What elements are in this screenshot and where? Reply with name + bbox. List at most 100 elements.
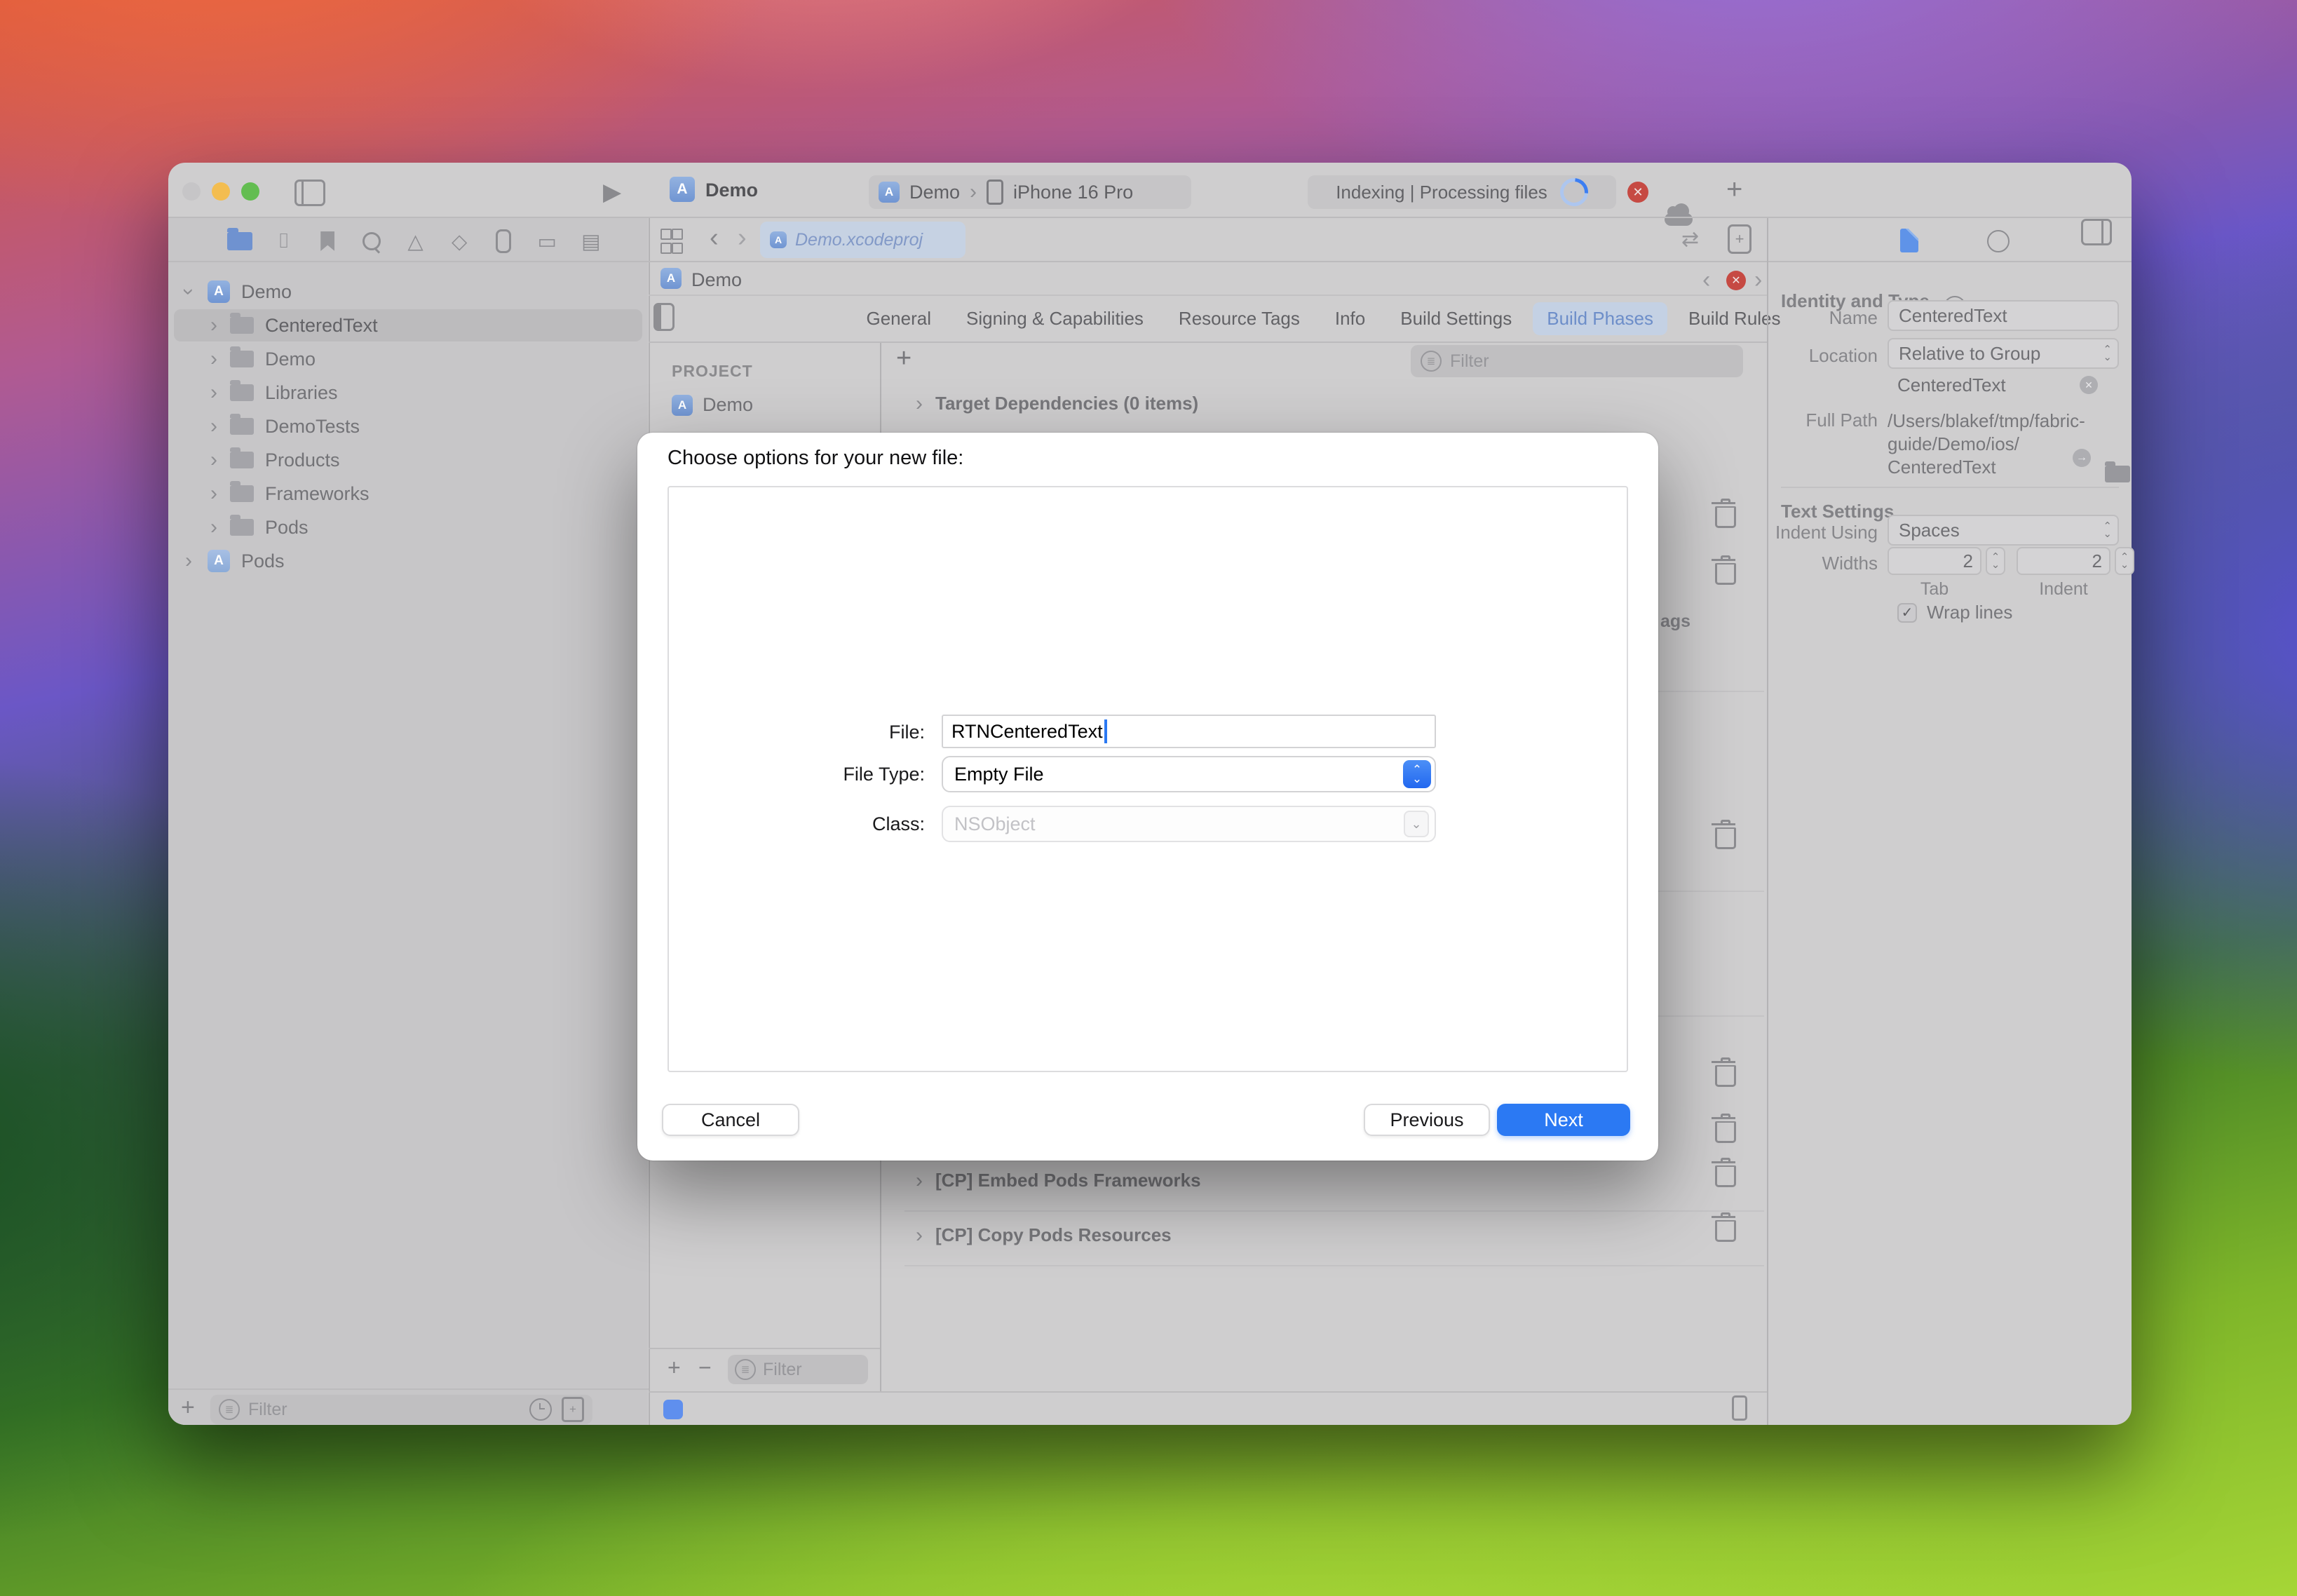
tab-signing[interactable]: Signing & Capabilities: [952, 302, 1158, 335]
issues-navigator-icon[interactable]: △: [400, 227, 431, 255]
disclosure-chevron-icon[interactable]: ›: [210, 315, 217, 336]
delete-phase-icon[interactable]: [1715, 1220, 1736, 1242]
issue-badge-icon[interactable]: ✕: [1726, 271, 1746, 290]
find-navigator-icon[interactable]: [356, 227, 387, 255]
name-field[interactable]: CenteredText: [1888, 300, 2119, 331]
tab-build-phases[interactable]: Build Phases: [1533, 302, 1667, 335]
location-dropdown[interactable]: Relative to Group ⌃⌄: [1888, 338, 2119, 369]
indent-using-dropdown[interactable]: Spaces ⌃⌄: [1888, 515, 2119, 546]
inspector-toggle-icon[interactable]: [2081, 219, 2112, 245]
project-pane-filter-field[interactable]: ≣ Filter: [728, 1355, 868, 1384]
tree-item-products[interactable]: › Products: [168, 444, 649, 476]
minimize-window-button[interactable]: [212, 182, 230, 201]
navigator-toggle-icon[interactable]: [294, 180, 325, 206]
choose-folder-icon[interactable]: [2105, 466, 2130, 482]
file-inspector-icon[interactable]: [1900, 229, 1918, 252]
checkbox-checked-icon[interactable]: ✓: [1897, 603, 1917, 623]
zoom-window-button[interactable]: [241, 182, 259, 201]
copy-pods-row[interactable]: › [CP] Copy Pods Resources: [916, 1224, 1172, 1246]
disclosure-chevron-icon[interactable]: ›: [916, 1225, 923, 1246]
desktop: ▶ A Demo A Demo › iPhone 16 Pro Indexing…: [0, 0, 2297, 1596]
file-type-dropdown[interactable]: Empty File ⌃⌄: [942, 756, 1436, 792]
disclosure-chevron-icon[interactable]: ›: [210, 517, 217, 538]
delete-phase-icon[interactable]: [1715, 1165, 1736, 1187]
disclosure-chevron-icon[interactable]: ›: [916, 1170, 923, 1191]
class-combobox[interactable]: NSObject ⌄: [942, 806, 1436, 842]
next-button[interactable]: Next: [1497, 1104, 1630, 1136]
tree-item-centeredtext[interactable]: › CenteredText: [168, 309, 649, 341]
disclosure-chevron-icon[interactable]: ›: [210, 449, 217, 471]
clear-group-icon[interactable]: ✕: [2080, 376, 2098, 394]
embed-pods-row[interactable]: › [CP] Embed Pods Frameworks: [916, 1170, 1201, 1191]
add-build-phase-button[interactable]: +: [896, 344, 912, 374]
add-toolbar-button[interactable]: +: [1726, 174, 1742, 205]
breakpoints-navigator-icon[interactable]: ▭: [531, 227, 562, 255]
phases-filter-field[interactable]: ≣ Filter: [1411, 345, 1743, 377]
indent-width-field[interactable]: 2: [2017, 547, 2110, 575]
scheme-selector[interactable]: A Demo › iPhone 16 Pro: [869, 175, 1191, 209]
target-dependencies-row[interactable]: › Target Dependencies (0 items): [916, 393, 1198, 414]
tab-build-settings[interactable]: Build Settings: [1386, 302, 1526, 335]
disclosure-chevron-icon[interactable]: ›: [210, 483, 217, 504]
tree-item-demotests[interactable]: › DemoTests: [168, 410, 649, 442]
forward-button[interactable]: ›: [738, 223, 747, 253]
tests-navigator-icon[interactable]: ◇: [444, 227, 475, 255]
cloud-icon[interactable]: [1665, 213, 1693, 226]
cancel-button[interactable]: Cancel: [662, 1104, 799, 1136]
bookmarks-navigator-icon[interactable]: [312, 227, 343, 255]
previous-button[interactable]: Previous: [1364, 1104, 1490, 1136]
tree-item-pods-project[interactable]: › A Pods: [168, 545, 649, 577]
device-preview-icon[interactable]: [1732, 1395, 1747, 1421]
add-target-button[interactable]: +: [668, 1355, 681, 1381]
tab-width-field[interactable]: 2: [1888, 547, 1981, 575]
close-window-button[interactable]: [182, 182, 201, 201]
tree-item-frameworks[interactable]: › Frameworks: [168, 478, 649, 510]
add-file-button[interactable]: +: [181, 1394, 195, 1421]
next-issue-icon[interactable]: ›: [1754, 266, 1762, 294]
recent-files-filter-icon[interactable]: [529, 1398, 552, 1421]
disclosure-chevron-icon[interactable]: ›: [178, 288, 199, 295]
activity-status[interactable]: Indexing | Processing files: [1308, 175, 1616, 209]
delete-phase-icon[interactable]: [1715, 1065, 1736, 1087]
open-path-arrow-icon[interactable]: →: [2073, 449, 2091, 467]
swap-editor-icon[interactable]: ⇄: [1681, 227, 1699, 252]
back-button[interactable]: ‹: [710, 223, 719, 253]
source-control-filter-icon[interactable]: +: [562, 1397, 584, 1422]
project-navigator-icon[interactable]: [224, 227, 255, 255]
wrap-lines-checkbox-row[interactable]: ✓ Wrap lines: [1897, 602, 2012, 623]
quick-help-inspector-icon[interactable]: [1987, 230, 2010, 252]
file-name-input[interactable]: RTNCenteredText: [942, 715, 1436, 748]
delete-phase-icon[interactable]: [1715, 1121, 1736, 1143]
disclosure-chevron-icon[interactable]: ›: [210, 416, 217, 437]
error-badge-icon[interactable]: ✕: [1627, 182, 1648, 203]
navigator-filter-field[interactable]: ≣ Filter +: [210, 1395, 592, 1424]
related-items-icon[interactable]: [660, 229, 680, 254]
disclosure-chevron-icon[interactable]: ›: [185, 550, 192, 572]
tab-width-stepper[interactable]: ⌃⌄: [1986, 547, 2005, 575]
indent-width-stepper[interactable]: ⌃⌄: [2115, 547, 2134, 575]
tree-item-label: Frameworks: [265, 483, 370, 505]
tab-resource-tags[interactable]: Resource Tags: [1165, 302, 1314, 335]
tree-item-pods-folder[interactable]: › Pods: [168, 511, 649, 543]
delete-phase-icon[interactable]: [1715, 827, 1736, 849]
remove-target-button[interactable]: −: [698, 1355, 712, 1381]
debug-navigator-icon[interactable]: [488, 227, 519, 255]
disclosure-chevron-icon[interactable]: ›: [210, 382, 217, 403]
run-button[interactable]: ▶: [603, 178, 621, 206]
delete-phase-icon[interactable]: [1715, 563, 1736, 585]
tab-info[interactable]: Info: [1321, 302, 1379, 335]
add-editor-icon[interactable]: +: [1728, 224, 1751, 254]
tree-item-demo-project[interactable]: › A Demo: [168, 276, 649, 308]
reports-navigator-icon[interactable]: ▤: [576, 227, 607, 255]
editor-sidebar-toggle-icon[interactable]: [653, 303, 675, 331]
project-item[interactable]: A Demo: [672, 394, 753, 416]
editor-tab[interactable]: A Demo.xcodeproj: [760, 222, 965, 258]
disclosure-chevron-icon[interactable]: ›: [916, 393, 923, 414]
tree-item-libraries[interactable]: › Libraries: [168, 377, 649, 409]
changes-navigator-icon[interactable]: ⌷: [269, 227, 299, 255]
delete-phase-icon[interactable]: [1715, 506, 1736, 528]
previous-issue-icon[interactable]: ‹: [1702, 266, 1710, 294]
tree-item-demo-folder[interactable]: › Demo: [168, 343, 649, 375]
tab-general[interactable]: General: [852, 302, 945, 335]
disclosure-chevron-icon[interactable]: ›: [210, 349, 217, 370]
